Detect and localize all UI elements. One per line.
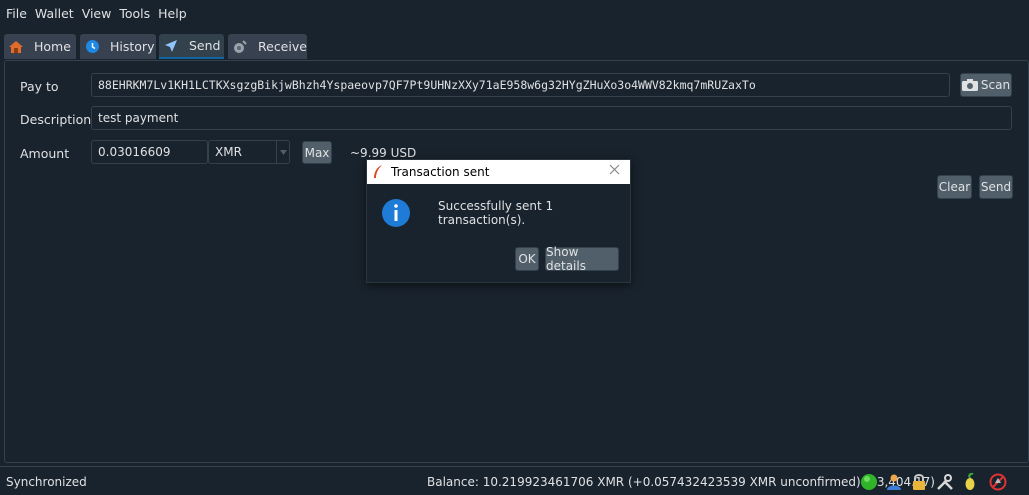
feather-icon xyxy=(373,165,383,179)
description-label: Description xyxy=(20,112,92,127)
chevron-down-icon xyxy=(276,141,289,163)
menu-view[interactable]: View xyxy=(82,6,112,21)
lock-icon[interactable] xyxy=(909,472,929,492)
fiat-estimate: ~9.99 USD xyxy=(350,146,417,160)
amount-input[interactable]: 0.03016609 xyxy=(91,140,208,164)
dialog-titlebar: Transaction sent xyxy=(367,160,630,184)
close-icon[interactable] xyxy=(609,164,620,175)
tab-bar: Home History Send Receive xyxy=(0,27,1029,60)
receive-icon xyxy=(232,39,248,55)
network-disabled-icon[interactable] xyxy=(988,472,1008,492)
connection-status-icon xyxy=(859,472,879,492)
tab-home[interactable]: Home xyxy=(4,34,76,59)
scan-button[interactable]: Scan xyxy=(960,73,1012,97)
pay-to-label: Pay to xyxy=(20,79,59,94)
home-icon xyxy=(8,39,24,55)
menu-tools[interactable]: Tools xyxy=(119,6,150,21)
tab-send[interactable]: Send xyxy=(159,34,224,59)
sync-status: Synchronized xyxy=(6,475,87,489)
ok-button[interactable]: OK xyxy=(515,247,539,271)
transaction-sent-dialog: Transaction sent Successfully sent 1 tra… xyxy=(366,159,631,283)
currency-value: XMR xyxy=(215,145,242,159)
tab-history[interactable]: History xyxy=(80,34,156,59)
tools-icon[interactable] xyxy=(935,472,955,492)
info-icon xyxy=(381,198,411,228)
tab-home-label: Home xyxy=(34,39,71,54)
seed-icon[interactable] xyxy=(960,472,980,492)
show-details-button[interactable]: Show details xyxy=(545,245,619,273)
tab-history-label: History xyxy=(110,39,155,54)
max-button[interactable]: Max xyxy=(302,141,332,164)
tab-receive[interactable]: Receive xyxy=(228,34,307,59)
clear-button[interactable]: Clear xyxy=(937,175,972,199)
tab-receive-label: Receive xyxy=(258,39,307,54)
menu-help[interactable]: Help xyxy=(158,6,187,21)
send-button[interactable]: Send xyxy=(979,175,1013,199)
send-icon xyxy=(163,38,179,54)
tab-send-label: Send xyxy=(189,38,221,53)
dialog-title: Transaction sent xyxy=(391,165,490,179)
status-bar: Synchronized Balance: 10.219923461706 XM… xyxy=(0,466,1029,495)
currency-select[interactable]: XMR xyxy=(208,140,290,164)
dialog-message: Successfully sent 1 transaction(s). xyxy=(438,199,554,227)
pay-to-input[interactable]: 88EHRKM7Lv1KH1LCTKXsgzgBikjwBhzh4Yspaeov… xyxy=(91,73,950,97)
contacts-icon[interactable] xyxy=(884,472,904,492)
history-icon xyxy=(84,39,100,55)
menu-file[interactable]: File xyxy=(6,6,27,21)
description-input[interactable]: test payment xyxy=(91,106,1012,130)
scan-label: Scan xyxy=(980,78,1011,92)
camera-icon xyxy=(961,79,978,91)
menu-bar: File Wallet View Tools Help xyxy=(0,0,1029,27)
menu-wallet[interactable]: Wallet xyxy=(35,6,74,21)
amount-label: Amount xyxy=(20,146,70,161)
